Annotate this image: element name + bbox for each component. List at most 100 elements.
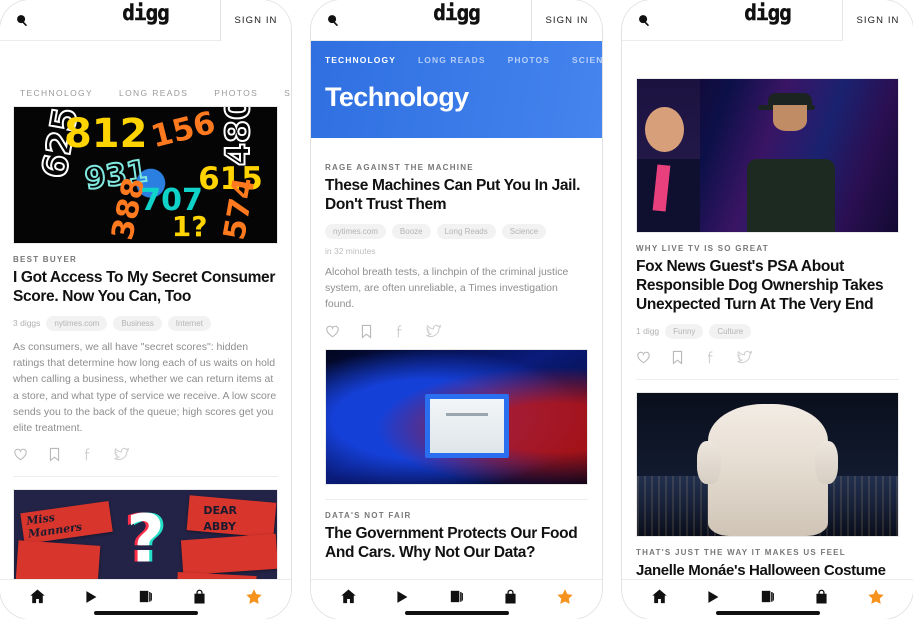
feed-scroll-area[interactable]: TECHNOLOGY LONG READS PHOTOS SCIENC 625 … [0, 41, 291, 579]
article-headline[interactable]: Fox News Guest's PSA About Responsible D… [636, 258, 899, 315]
phone-mockup-technology: digg SIGN IN TECHNOLOGY LONG READS PHOTO… [311, 0, 602, 619]
device-display [425, 393, 509, 459]
category-long-reads[interactable]: LONG READS [119, 88, 188, 98]
article-card[interactable]: DATA'S NOT FAIR The Government Protects … [311, 511, 602, 563]
app-store-screenshot-gallery: digg SIGN IN TECHNOLOGY LONG READS PHOTO… [0, 0, 913, 619]
article-meta: 3 diggs nytimes.com Business Internet [13, 315, 278, 331]
article-actions[interactable] [636, 350, 899, 375]
category-technology[interactable]: TECHNOLOGY [325, 55, 396, 65]
article-tag[interactable]: Funny [665, 323, 704, 339]
category-science[interactable]: SCIENCE [572, 55, 602, 65]
book-icon[interactable] [443, 586, 469, 608]
bag-icon[interactable] [187, 586, 213, 608]
article-card[interactable]: Miss Manners DEAR ABBY ? [0, 477, 291, 579]
category-technology[interactable]: TECHNOLOGY [20, 88, 93, 98]
heart-icon[interactable] [325, 324, 340, 339]
digg-count: 1 digg [636, 326, 660, 337]
article-meta: nytimes.com Booze Long Reads Science [325, 223, 588, 239]
category-long-reads[interactable]: LONG READS [418, 55, 486, 65]
article-thumbnail[interactable] [636, 391, 899, 537]
guest-shirt [746, 158, 836, 232]
guest-face [772, 105, 807, 131]
article-thumbnail[interactable] [636, 78, 899, 233]
home-icon[interactable] [24, 586, 50, 608]
bag-icon[interactable] [809, 586, 835, 608]
article-tag[interactable]: Internet [167, 315, 211, 331]
twitter-icon[interactable] [114, 447, 130, 462]
arm-right [814, 441, 838, 485]
bottom-nav[interactable] [311, 579, 602, 619]
feed-scroll-area[interactable]: TECHNOLOGY LONG READS PHOTOS SCIENCE Tec… [311, 41, 602, 579]
article-kicker: THAT'S JUST THE WAY IT MAKES US FEEL [636, 547, 846, 557]
article-tag[interactable]: Science [501, 223, 547, 239]
book-icon[interactable] [132, 586, 158, 608]
article-timestamp: in 32 minutes [325, 245, 376, 256]
category-nav[interactable]: TECHNOLOGY LONG READS PHOTOS SCIENC [0, 41, 291, 106]
article-tag[interactable]: nytimes.com [325, 223, 386, 239]
category-hero: TECHNOLOGY LONG READS PHOTOS SCIENCE Tec… [311, 41, 602, 138]
heart-icon[interactable] [13, 447, 28, 462]
bookmark-icon[interactable] [671, 350, 684, 365]
sign-in-button[interactable]: SIGN IN [842, 0, 913, 41]
facebook-icon[interactable] [81, 447, 94, 462]
article-meta: 1 digg Funny Culture [636, 323, 899, 339]
article-thumbnail[interactable]: 625 812 156 480 931 615 388 707 1? 574 [13, 106, 278, 244]
star-icon[interactable] [552, 586, 578, 608]
article-headline[interactable]: I Got Access To My Secret Consumer Score… [13, 269, 278, 307]
article-card[interactable]: WHY LIVE TV IS SO GREAT Fox News Guest's… [622, 41, 913, 380]
play-icon[interactable] [700, 586, 726, 608]
home-icon[interactable] [335, 586, 361, 608]
gown-figure [707, 404, 828, 536]
article-tag[interactable]: nytimes.com [46, 315, 108, 331]
article-excerpt: As consumers, we all have "secret scores… [13, 340, 277, 435]
article-card[interactable]: THAT'S JUST THE WAY IT MAKES US FEEL Jan… [622, 380, 913, 579]
home-indicator [715, 611, 820, 615]
phone-mockup-home: digg SIGN IN TECHNOLOGY LONG READS PHOTO… [0, 0, 291, 619]
twitter-icon[interactable] [426, 324, 442, 339]
home-indicator [93, 611, 198, 615]
question-mark-graphic: ? [126, 500, 165, 578]
category-nav[interactable]: TECHNOLOGY LONG READS PHOTOS SCIENCE [311, 55, 602, 65]
home-indicator [404, 611, 509, 615]
article-thumbnail[interactable] [325, 348, 588, 485]
bottom-nav[interactable] [0, 579, 291, 619]
heart-icon[interactable] [636, 350, 651, 365]
home-icon[interactable] [646, 586, 672, 608]
category-photos[interactable]: PHOTOS [508, 55, 550, 65]
play-icon[interactable] [389, 586, 415, 608]
bookmark-icon[interactable] [360, 324, 373, 339]
article-thumbnail[interactable]: Miss Manners DEAR ABBY ? [13, 489, 278, 579]
play-icon[interactable] [78, 586, 104, 608]
facebook-icon[interactable] [393, 324, 406, 339]
article-actions[interactable] [325, 324, 588, 349]
top-bar: digg SIGN IN [311, 0, 602, 41]
article-kicker: RAGE AGAINST THE MACHINE [325, 163, 474, 172]
twitter-icon[interactable] [737, 350, 753, 365]
article-excerpt: Alcohol breath tests, a linchpin of the … [325, 265, 569, 311]
article-tag[interactable]: Long Reads [436, 223, 496, 239]
article-kicker: WHY LIVE TV IS SO GREAT [636, 244, 769, 253]
article-tag[interactable]: Booze [391, 223, 431, 239]
bag-icon[interactable] [498, 586, 524, 608]
top-bar: digg SIGN IN [622, 0, 913, 41]
article-kicker: DATA'S NOT FAIR [325, 510, 412, 520]
sign-in-button[interactable]: SIGN IN [531, 0, 602, 41]
article-card[interactable]: RAGE AGAINST THE MACHINE These Machines … [311, 138, 602, 500]
article-headline[interactable]: These Machines Can Put You In Jail. Don'… [325, 177, 588, 215]
bottom-nav[interactable] [622, 579, 913, 619]
bookmark-icon[interactable] [48, 447, 61, 462]
article-card[interactable]: 625 812 156 480 931 615 388 707 1? 574 B… [0, 106, 291, 478]
article-headline[interactable]: The Government Protects Our Food And Car… [325, 525, 588, 563]
sign-in-button[interactable]: SIGN IN [220, 0, 291, 41]
star-icon[interactable] [241, 586, 267, 608]
feed-scroll-area[interactable]: WHY LIVE TV IS SO GREAT Fox News Guest's… [622, 41, 913, 579]
article-actions[interactable] [13, 447, 278, 472]
star-icon[interactable] [863, 586, 889, 608]
article-tag[interactable]: Culture [709, 323, 752, 339]
article-tag[interactable]: Business [113, 315, 162, 331]
book-icon[interactable] [754, 586, 780, 608]
article-headline[interactable]: Janelle Monáe's Halloween Costume [636, 562, 899, 579]
category-science[interactable]: SCIENC [284, 88, 291, 98]
category-photos[interactable]: PHOTOS [214, 88, 258, 98]
facebook-icon[interactable] [704, 350, 717, 365]
